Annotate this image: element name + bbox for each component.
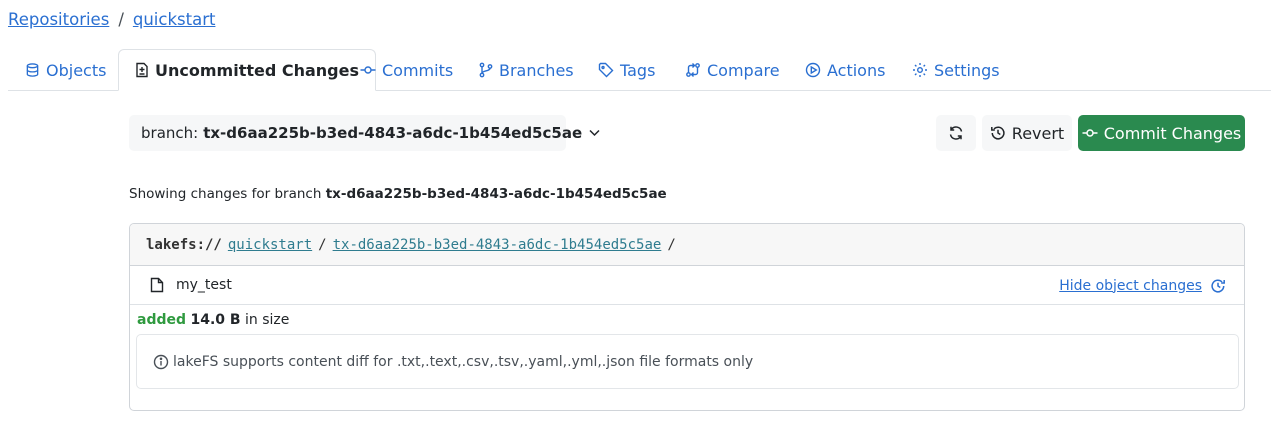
tab-label: Compare (707, 60, 780, 80)
breadcrumb-repo-link[interactable]: quickstart (133, 10, 216, 29)
info-icon (153, 354, 169, 370)
file-icon (150, 277, 164, 293)
revert-label: Revert (1011, 123, 1065, 143)
history-icon (990, 125, 1006, 141)
branch-icon (479, 62, 493, 78)
showing-prefix: Showing changes for branch (129, 186, 322, 202)
refresh-button[interactable] (936, 115, 976, 151)
commit-label: Commit Changes (1103, 123, 1242, 143)
hide-object-changes-toggle[interactable]: Hide object changes (1059, 266, 1226, 305)
size-suffix: in size (245, 312, 290, 328)
path-protocol: lakefs:// (146, 236, 222, 253)
chevron-down-icon (589, 129, 600, 137)
showing-changes-text: Showing changes for branch tx-d6aa225b-b… (129, 186, 667, 202)
branch-prefix: branch: (141, 124, 199, 142)
path-branch-link[interactable]: tx-d6aa225b-b3ed-4843-a6dc-1b454ed5c5ae (333, 237, 662, 253)
compare-icon (685, 62, 701, 78)
branch-selector[interactable]: branch: tx-d6aa225b-b3ed-4843-a6dc-1b454… (129, 115, 600, 151)
path-trailing-slash: / (667, 236, 676, 253)
tab-label: Actions (827, 60, 886, 80)
tab-label: Settings (934, 60, 1000, 80)
diff-size-summary: added 14.0 B in size (130, 305, 1244, 328)
play-icon (805, 62, 821, 78)
breadcrumb: Repositories / quickstart (8, 10, 215, 29)
commit-icon (1082, 125, 1098, 141)
hide-object-changes-link[interactable]: Hide object changes (1059, 278, 1202, 294)
tab-label: Objects (46, 60, 107, 80)
changes-card: lakefs:// quickstart / tx-d6aa225b-b3ed-… (129, 223, 1245, 411)
tab-branches[interactable]: Branches (479, 49, 574, 91)
path-repo-link[interactable]: quickstart (228, 237, 312, 253)
table-row: my_test Hide object changes (130, 266, 1244, 305)
commit-icon (360, 62, 376, 78)
commit-changes-button[interactable]: Commit Changes (1078, 115, 1245, 151)
revert-button[interactable]: Revert (982, 115, 1072, 151)
showing-branch: tx-d6aa225b-b3ed-4843-a6dc-1b454ed5c5ae (325, 186, 667, 202)
file-diff-icon (135, 62, 149, 78)
tab-compare[interactable]: Compare (685, 49, 780, 91)
tab-label: Uncommitted Changes (155, 60, 360, 80)
tab-label: Branches (499, 60, 574, 80)
tab-label: Tags (620, 60, 656, 80)
changes-path-header: lakefs:// quickstart / tx-d6aa225b-b3ed-… (130, 224, 1244, 266)
breadcrumb-separator: / (118, 10, 124, 29)
tab-actions[interactable]: Actions (805, 49, 885, 91)
gear-icon (912, 62, 928, 78)
refresh-icon (948, 125, 964, 141)
change-size: 14.0 B (190, 312, 241, 328)
path-separator: / (318, 236, 327, 253)
change-status: added (137, 312, 187, 328)
tag-icon (598, 62, 614, 78)
branch-id: tx-d6aa225b-b3ed-4843-a6dc-1b454ed5c5ae (203, 124, 583, 142)
tab-settings[interactable]: Settings (912, 49, 1000, 91)
repo-tabs: Objects Uncommitted Changes Commits Bran… (8, 49, 1271, 91)
tab-label: Commits (382, 60, 454, 80)
breadcrumb-repositories-link[interactable]: Repositories (8, 10, 109, 29)
history-icon[interactable] (1210, 278, 1226, 294)
database-icon (25, 62, 40, 78)
tab-objects[interactable]: Objects (25, 49, 106, 91)
diff-info-text: lakeFS supports content diff for .txt,.t… (173, 353, 754, 370)
tab-tags[interactable]: Tags (598, 49, 655, 91)
tab-commits[interactable]: Commits (360, 49, 453, 91)
diff-info-box: lakeFS supports content diff for .txt,.t… (136, 334, 1239, 389)
tab-uncommitted-changes[interactable]: Uncommitted Changes (118, 49, 377, 91)
object-name: my_test (176, 277, 232, 293)
